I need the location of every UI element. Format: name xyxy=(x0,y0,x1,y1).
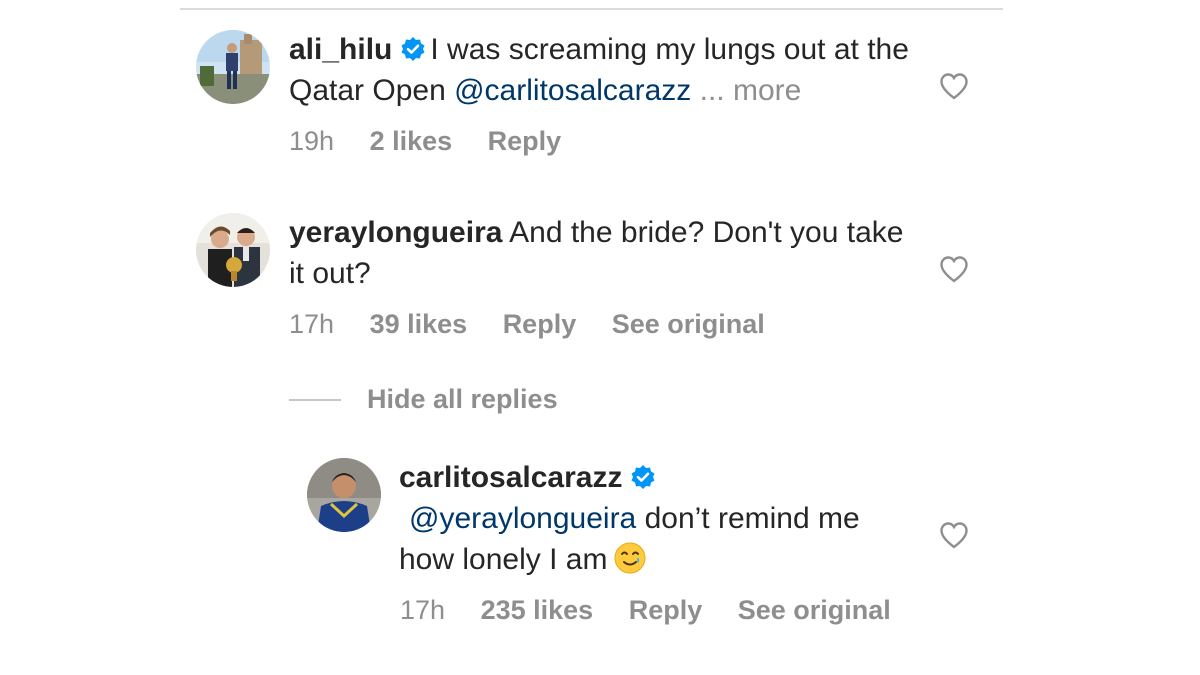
like-heart-icon[interactable] xyxy=(939,72,969,100)
reply-meta-carlitosalcarazz: 17h 235 likes Reply See original xyxy=(400,595,919,626)
username-yeraylongueira[interactable]: yeraylongueira xyxy=(289,216,502,249)
likes-count[interactable]: 2 likes xyxy=(370,126,453,156)
timestamp: 17h xyxy=(289,309,335,339)
avatar-ali-hilu[interactable] xyxy=(196,30,270,104)
top-divider xyxy=(180,8,1003,10)
comment-meta-yeraylongueira: 17h 39 likes Reply See original xyxy=(289,309,793,340)
like-heart-icon[interactable] xyxy=(939,255,969,283)
username-carlitosalcarazz[interactable]: carlitosalcarazz xyxy=(399,461,622,494)
reply-button[interactable]: Reply xyxy=(488,126,562,156)
timestamp: 19h xyxy=(289,126,335,156)
smiling-face-with-tear-icon xyxy=(613,541,647,575)
hide-replies-toggle[interactable]: Hide all replies xyxy=(289,384,558,415)
replies-divider-line xyxy=(289,398,341,401)
reply-button[interactable]: Reply xyxy=(503,309,577,339)
comment-text-yeraylongueira: yeraylongueira And the bride? Don't you … xyxy=(289,212,919,294)
likes-count[interactable]: 39 likes xyxy=(370,309,468,339)
username-ali-hilu[interactable]: ali_hilu xyxy=(289,33,392,66)
verified-badge-icon xyxy=(400,36,426,62)
verified-badge-icon xyxy=(630,464,656,490)
hide-replies-label[interactable]: Hide all replies xyxy=(367,384,558,415)
see-original-button[interactable]: See original xyxy=(612,309,765,339)
avatar-yeraylongueira[interactable] xyxy=(196,213,270,287)
see-original-button[interactable]: See original xyxy=(738,595,891,625)
comment-text-ali-hilu: ali_hilu I was screaming my lungs out at … xyxy=(289,29,919,111)
like-heart-icon[interactable] xyxy=(939,521,969,549)
mention-link[interactable]: @yeraylongueira xyxy=(409,502,636,535)
comment-meta-ali-hilu: 19h 2 likes Reply xyxy=(289,126,589,157)
more-link[interactable]: ... more xyxy=(700,74,802,107)
mention-link[interactable]: @carlitosalcarazz xyxy=(454,74,691,107)
timestamp: 17h xyxy=(400,595,446,625)
reply-button[interactable]: Reply xyxy=(629,595,703,625)
likes-count[interactable]: 235 likes xyxy=(481,595,594,625)
avatar-carlitosalcarazz[interactable] xyxy=(307,458,381,532)
reply-text-carlitosalcarazz: carlitosalcarazz @yeraylongueira don’t r… xyxy=(399,457,919,580)
